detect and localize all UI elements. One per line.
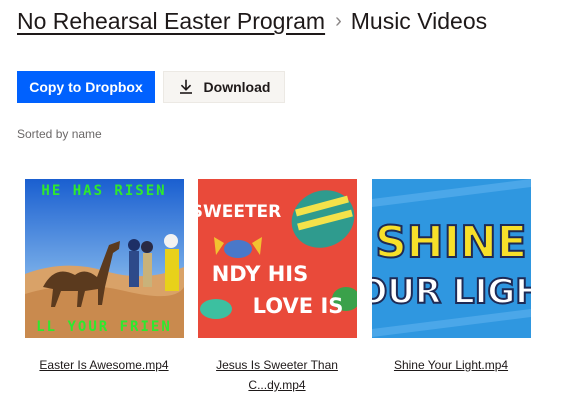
thumbnail-text-bottom: LOVE IS [253, 294, 344, 318]
thumbnail-text-mid: NDY HIS [212, 262, 309, 286]
video-thumbnail[interactable]: SHINE YOUR LIGHT [372, 179, 531, 338]
page-title: Music Videos [350, 8, 488, 34]
video-thumbnail[interactable]: SWEETER NDY HIS LOVE IS [198, 179, 357, 338]
copy-to-dropbox-label: Copy to Dropbox [29, 79, 143, 95]
breadcrumb: No Rehearsal Easter Program › Music Vide… [17, 8, 487, 35]
download-label: Download [203, 79, 271, 95]
thumbnail-text-top: SHINE [375, 217, 527, 268]
chevron-right-icon: › [335, 10, 342, 32]
thumbnail-text-top: HE HAS RISEN [41, 183, 166, 199]
thumbnail-text-top: SWEETER [198, 202, 281, 222]
file-name-link[interactable]: Shine Your Light.mp4 [366, 355, 536, 375]
copy-to-dropbox-button[interactable]: Copy to Dropbox [17, 71, 155, 103]
thumbnail-text-bottom: YOUR LIGHT [372, 272, 531, 312]
file-tile-jesus-is-sweeter[interactable]: SWEETER NDY HIS LOVE IS Jesus Is Sweeter… [198, 179, 357, 395]
file-name-link[interactable]: Jesus Is Sweeter Than C...dy.mp4 [192, 355, 362, 395]
download-icon [179, 79, 192, 94]
thumbnail-text-bottom: LL YOUR FRIEN [36, 319, 172, 335]
file-tile-easter-is-awesome[interactable]: HE HAS RISEN LL YOUR FRIEN Easter Is Awe… [25, 179, 184, 375]
breadcrumb-parent-link[interactable]: No Rehearsal Easter Program [17, 8, 325, 35]
file-name-link[interactable]: Easter Is Awesome.mp4 [19, 355, 189, 375]
download-button[interactable]: Download [163, 71, 285, 103]
sort-label: Sorted by name [17, 127, 102, 141]
video-thumbnail[interactable]: HE HAS RISEN LL YOUR FRIEN [25, 179, 184, 338]
file-tile-shine-your-light[interactable]: SHINE YOUR LIGHT Shine Your Light.mp4 [372, 179, 531, 375]
